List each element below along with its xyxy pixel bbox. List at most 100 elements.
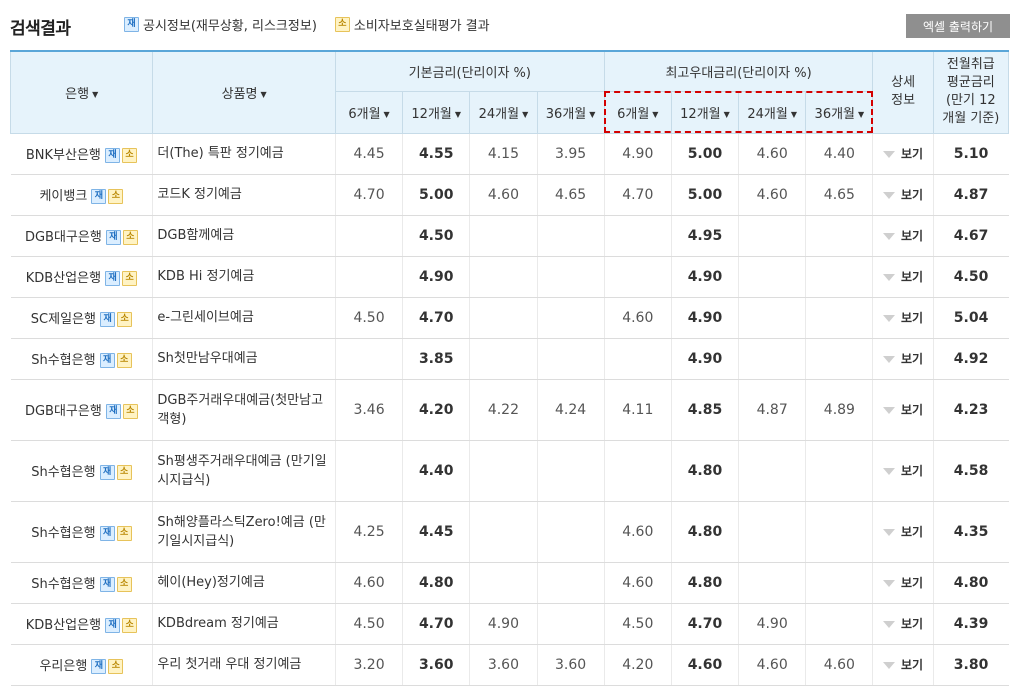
legend-disclosure-label: 공시정보(재무상황, 리스크정보) [143, 19, 317, 34]
basic-6m-header[interactable]: 6개월 ▼ [334, 90, 404, 134]
rate-cell-m12: 4.90 [670, 297, 739, 339]
expand-triangle-icon [883, 192, 896, 199]
avg-rate-cell: 4.67 [932, 215, 1009, 257]
max-6m-header[interactable]: 6개월 ▼ [603, 90, 672, 134]
detail-toggle[interactable]: 보기 [872, 133, 934, 175]
disclosure-badge-icon[interactable]: 재 [91, 189, 107, 204]
disclosure-badge-icon[interactable]: 재 [99, 526, 115, 541]
detail-toggle[interactable]: 보기 [872, 338, 934, 380]
table-row: Sh수협은행 재 소 헤이(Hey)정기예금 4.60 4.80 4.60 4.80 보기 4.… [10, 562, 1009, 604]
avg-rate-cell: 4.39 [932, 603, 1009, 645]
product-name[interactable]: DGB함께예금 [152, 215, 336, 257]
disclosure-badge-icon[interactable]: 재 [105, 404, 121, 419]
detail-toggle[interactable]: 보기 [872, 174, 934, 216]
rate-cell-m36 [805, 501, 873, 563]
disclosure-badge-icon[interactable]: 재 [105, 271, 121, 286]
disclosure-badge-icon[interactable]: 재 [105, 148, 121, 163]
deposit-rates-table: 은행 ▼ 상품명 ▼ 기본금리(단리이자 %) 최고우대금리(단리이자 %) 상세 … [9, 50, 1010, 686]
product-name[interactable]: Sh해양플라스틱Zero!예금 (만기일시지급식) [152, 501, 336, 563]
basic-36m-header[interactable]: 36개월 ▼ [536, 90, 605, 134]
bank-cell: KDB산업은행 재소 [10, 603, 153, 645]
rate-cell-b12: 4.40 [402, 440, 470, 502]
rate-cell-m6: 4.70 [603, 174, 672, 216]
product-name[interactable]: KDB Hi 정기예금 [152, 256, 336, 298]
bank-name: DGB대구은행 [24, 230, 102, 245]
product-name[interactable]: Sh평생주거래우대예금 (만기일시지급식) [152, 440, 336, 502]
table-row: Sh수협은행 재 소 Sh해양플라스틱Zero!예금 (만기일시지급식) 4.25 4.… [10, 501, 1009, 563]
product-name[interactable]: 코드K 정기예금 [152, 174, 336, 216]
consumer-badge-icon[interactable]: 소 [116, 465, 132, 480]
disclosure-badge-icon[interactable]: 재 [105, 230, 121, 245]
product-name[interactable]: DGB주거래우대예금(첫만남고객형) [152, 379, 336, 441]
disclosure-badge-icon[interactable]: 재 [100, 312, 116, 327]
rate-cell-m36 [805, 256, 873, 298]
max-36m-header[interactable]: 36개월 ▼ [805, 90, 874, 134]
expand-triangle-icon [883, 151, 896, 158]
consumer-badge-icon[interactable]: 소 [116, 526, 132, 541]
product-name[interactable]: 더(The) 특판 정기예금 [152, 133, 336, 175]
product-column-header[interactable]: 상품명 ▼ [152, 50, 336, 134]
bank-cell: 우리은행 재소 [10, 644, 153, 686]
bank-cell: Sh수협은행 재소 [10, 501, 153, 563]
rate-cell-m6 [603, 215, 672, 257]
rate-cell-b12: 4.50 [402, 215, 470, 257]
disclosure-badge-icon[interactable]: 재 [91, 659, 107, 674]
basic-12m-header[interactable]: 12개월 ▼ [402, 90, 471, 134]
max-24m-header[interactable]: 24개월 ▼ [738, 90, 807, 134]
consumer-badge-icon[interactable]: 소 [122, 404, 138, 419]
basic-24m-header[interactable]: 24개월 ▼ [469, 90, 538, 134]
rate-cell-m36 [805, 338, 873, 380]
disclosure-badge-icon[interactable]: 재 [99, 577, 115, 592]
detail-toggle[interactable]: 보기 [872, 562, 934, 604]
bank-cell: SC제일은행 재소 [10, 297, 153, 339]
table-row: BNK부산은행 재 소 더(The) 특판 정기예금 4.45 4.55 4.15 3.95… [10, 133, 1009, 175]
bank-cell: Sh수협은행 재소 [10, 440, 153, 502]
avg-rate-cell: 4.58 [932, 440, 1009, 502]
rate-cell-b36 [536, 297, 605, 339]
consumer-badge-icon[interactable]: 소 [122, 230, 138, 245]
consumer-badge-icon[interactable]: 소 [108, 659, 124, 674]
product-name[interactable]: 우리 첫거래 우대 정기예금 [152, 644, 336, 686]
expand-triangle-icon [883, 315, 896, 322]
consumer-badge-icon[interactable]: 소 [117, 312, 133, 327]
rate-cell-m36: 4.65 [805, 174, 873, 216]
max-12m-header[interactable]: 12개월 ▼ [670, 90, 740, 134]
rate-cell-m12: 5.00 [670, 133, 739, 175]
rate-cell-m12: 4.60 [670, 644, 739, 686]
rate-cell-b36 [536, 338, 605, 380]
disclosure-badge-icon[interactable]: 재 [99, 465, 115, 480]
bank-name: KDB산업은행 [25, 618, 102, 633]
excel-export-button[interactable]: 엑셀 출력하기 [906, 14, 1010, 38]
detail-toggle[interactable]: 보기 [872, 215, 934, 257]
rate-cell-m24 [738, 338, 806, 380]
expand-triangle-icon [883, 356, 896, 363]
detail-toggle[interactable]: 보기 [872, 644, 934, 686]
disclosure-badge-icon[interactable]: 재 [99, 353, 115, 368]
detail-toggle[interactable]: 보기 [872, 379, 934, 441]
disclosure-badge-icon[interactable]: 재 [105, 618, 121, 633]
consumer-badge-icon[interactable]: 소 [116, 577, 132, 592]
table-row: KDB산업은행 재 소 KDBdream 정기예금 4.50 4.70 4.90 4.50 4… [10, 603, 1009, 645]
consumer-badge-icon[interactable]: 소 [122, 148, 138, 163]
detail-toggle[interactable]: 보기 [872, 297, 934, 339]
product-name[interactable]: Sh첫만남우대예금 [152, 338, 336, 380]
consumer-badge-icon[interactable]: 소 [122, 618, 138, 633]
consumer-badge-icon[interactable]: 소 [122, 271, 138, 286]
product-name[interactable]: e-그린세이브예금 [152, 297, 336, 339]
legend-consumer-label: 소비자보호실태평가 결과 [353, 19, 490, 34]
detail-toggle[interactable]: 보기 [872, 501, 934, 563]
avg-rate-cell: 4.50 [932, 256, 1009, 298]
rate-cell-m6: 4.11 [603, 379, 672, 441]
avg-rate-cell: 5.04 [932, 297, 1009, 339]
rate-cell-m12: 4.80 [670, 440, 739, 502]
consumer-badge-icon[interactable]: 소 [108, 189, 124, 204]
bank-column-header[interactable]: 은행 ▼ [9, 50, 154, 134]
detail-toggle[interactable]: 보기 [872, 440, 934, 502]
rate-cell-b6: 3.46 [334, 379, 403, 441]
detail-toggle[interactable]: 보기 [872, 256, 934, 298]
product-name[interactable]: 헤이(Hey)정기예금 [152, 562, 336, 604]
rate-cell-b24 [469, 562, 537, 604]
product-name[interactable]: KDBdream 정기예금 [152, 603, 336, 645]
consumer-badge-icon[interactable]: 소 [116, 353, 132, 368]
detail-toggle[interactable]: 보기 [872, 603, 934, 645]
